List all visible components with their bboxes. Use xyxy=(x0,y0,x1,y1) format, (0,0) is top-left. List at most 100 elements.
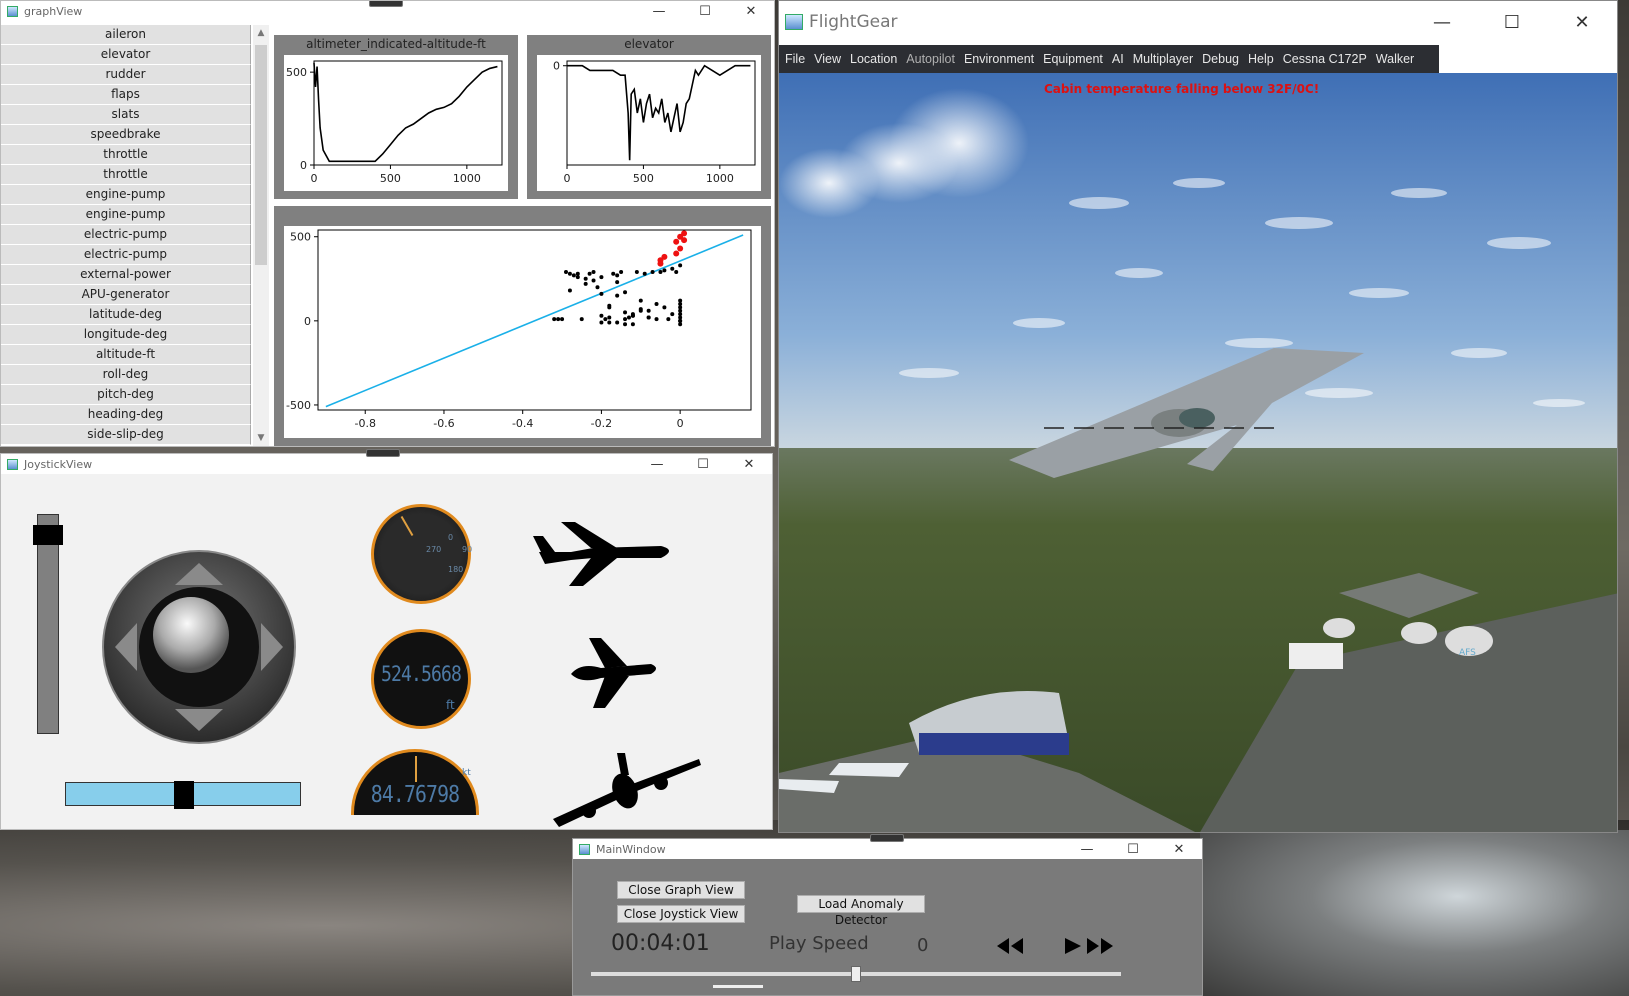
playback-slider-handle[interactable] xyxy=(851,966,861,982)
parameter-list-item[interactable]: electric-pump xyxy=(1,245,251,265)
main-window-titlebar[interactable]: MainWindow — ☐ ✕ xyxy=(573,839,1202,859)
parameter-list-item[interactable]: elevator xyxy=(1,45,251,65)
parameter-list-item[interactable]: engine-pump xyxy=(1,205,251,225)
close-graph-view-button[interactable]: Close Graph View xyxy=(617,881,745,899)
fuel-tank-label: AFS xyxy=(1459,648,1476,658)
heading-tick: 90 xyxy=(462,545,473,554)
heading-tick: 180 xyxy=(448,565,464,574)
parameter-list-item[interactable]: aileron xyxy=(1,25,251,45)
menu-item-file[interactable]: File xyxy=(785,52,805,66)
scrollbar-thumb[interactable] xyxy=(255,45,267,265)
y-tick-label: 0 xyxy=(304,315,311,328)
roll-airplane-icon xyxy=(553,753,701,827)
altitude-plot-panel: altimeter_indicated-altitude-ft 0 500 1000… xyxy=(274,35,518,199)
menu-item-equipment[interactable]: Equipment xyxy=(1043,52,1103,66)
parameter-list-item[interactable]: external-power xyxy=(1,265,251,285)
scatter-point xyxy=(571,273,576,278)
parameter-list-item[interactable]: electric-pump xyxy=(1,225,251,245)
parameter-list-item[interactable]: throttle xyxy=(1,165,251,185)
menu-item-cessna-c172p[interactable]: Cessna C172P xyxy=(1283,52,1367,66)
parameter-list-item[interactable]: slats xyxy=(1,105,251,125)
throttle-slider-handle[interactable] xyxy=(33,525,63,545)
x-tick-label: 0 xyxy=(564,172,571,185)
scatter-point xyxy=(646,315,651,320)
menu-item-location[interactable]: Location xyxy=(850,52,897,66)
maximize-button[interactable]: ☐ xyxy=(1477,1,1547,43)
joystick-pad[interactable] xyxy=(101,549,297,745)
menu-item-view[interactable]: View xyxy=(814,52,841,66)
scatter-point xyxy=(623,317,628,322)
close-button[interactable]: ✕ xyxy=(1156,839,1202,859)
fast-forward-button[interactable] xyxy=(1085,936,1115,956)
parameter-list-item[interactable]: flaps xyxy=(1,85,251,105)
minimize-button[interactable]: — xyxy=(1407,1,1477,43)
drag-grip[interactable] xyxy=(870,834,904,842)
play-speed-value: 0 xyxy=(917,935,929,956)
rewind-button[interactable] xyxy=(995,936,1025,956)
parameter-list-item[interactable]: latitude-deg xyxy=(1,305,251,325)
menu-item-autopilot[interactable]: Autopilot xyxy=(906,52,955,66)
x-tick-label: -0.2 xyxy=(591,417,612,430)
anomaly-point xyxy=(661,253,668,260)
parameter-list-scrollbar[interactable]: ▲ ▼ xyxy=(253,25,269,446)
drag-grip[interactable] xyxy=(369,1,403,7)
scatter-point xyxy=(591,270,596,275)
rudder-slider-handle[interactable] xyxy=(174,781,194,809)
altitude-unit: ft xyxy=(446,698,455,712)
x-tick-label: 1000 xyxy=(453,172,481,185)
rudder-slider[interactable] xyxy=(65,781,301,809)
scatter-point xyxy=(615,280,620,285)
minimize-button[interactable]: — xyxy=(1064,839,1110,859)
close-button[interactable]: ✕ xyxy=(728,1,774,21)
menu-item-debug[interactable]: Debug xyxy=(1202,52,1239,66)
elevator-chart: 0 500 1000 0 xyxy=(537,55,761,191)
play-button[interactable] xyxy=(1063,936,1083,956)
chevron-down-icon[interactable]: ▼ xyxy=(253,430,269,446)
parameter-list-item[interactable]: altitude-ft xyxy=(1,345,251,365)
joystick-view-titlebar[interactable]: JoystickView — ☐ ✕ xyxy=(1,454,772,474)
maximize-button[interactable]: ☐ xyxy=(682,1,728,21)
menu-item-multiplayer[interactable]: Multiplayer xyxy=(1133,52,1193,66)
scatter-point xyxy=(583,276,588,281)
parameter-list-item[interactable]: pitch-deg xyxy=(1,385,251,405)
minimize-button[interactable]: — xyxy=(636,1,682,21)
parameter-list-item[interactable]: heading-deg xyxy=(1,405,251,425)
load-anomaly-detector-button[interactable]: Load Anomaly Detector xyxy=(797,895,925,927)
flight-scene[interactable]: Cabin temperature falling below 32F/0C! … xyxy=(779,73,1617,832)
parameter-list-item[interactable]: speedbrake xyxy=(1,125,251,145)
anomaly-point xyxy=(681,230,688,237)
cabin-temperature-warning: Cabin temperature falling below 32F/0C! xyxy=(1044,82,1319,96)
close-button[interactable]: ✕ xyxy=(1547,1,1617,43)
parameter-list-item[interactable]: rudder xyxy=(1,65,251,85)
scatter-point xyxy=(615,293,620,298)
minimize-button[interactable]: — xyxy=(634,454,680,474)
parameter-list-item[interactable]: throttle xyxy=(1,145,251,165)
scatter-point xyxy=(638,298,643,303)
heading-needle xyxy=(400,515,414,537)
scatter-point xyxy=(646,308,651,313)
chevron-up-icon[interactable]: ▲ xyxy=(253,25,269,41)
joystick-knob xyxy=(153,597,229,673)
maximize-button[interactable]: ☐ xyxy=(1110,839,1156,859)
drag-grip[interactable] xyxy=(366,449,400,457)
parameter-list-item[interactable]: APU-generator xyxy=(1,285,251,305)
menu-item-walker[interactable]: Walker xyxy=(1376,52,1414,66)
parameter-list-item[interactable]: roll-deg xyxy=(1,365,251,385)
window-title: MainWindow xyxy=(596,842,666,856)
scatter-point xyxy=(623,322,628,327)
scatter-point xyxy=(666,317,671,322)
parameter-list-item[interactable]: engine-pump xyxy=(1,185,251,205)
flightgear-titlebar[interactable]: FlightGear — ☐ ✕ xyxy=(779,1,1617,43)
joystick-view-window: JoystickView — ☐ ✕ 0 270 90 180 524.5668… xyxy=(0,453,773,830)
playback-slider[interactable] xyxy=(591,966,1121,982)
menu-item-ai[interactable]: AI xyxy=(1112,52,1124,66)
menu-item-environment[interactable]: Environment xyxy=(964,52,1034,66)
close-joystick-view-button[interactable]: Close Joystick View xyxy=(617,905,745,923)
close-button[interactable]: ✕ xyxy=(726,454,772,474)
throttle-slider[interactable] xyxy=(33,514,63,734)
parameter-list-item[interactable]: side-slip-deg xyxy=(1,425,251,445)
menu-item-help[interactable]: Help xyxy=(1248,52,1274,66)
maximize-button[interactable]: ☐ xyxy=(680,454,726,474)
parameter-list-item[interactable]: longitude-deg xyxy=(1,325,251,345)
heading-gauge: 0 270 90 180 xyxy=(371,504,473,604)
